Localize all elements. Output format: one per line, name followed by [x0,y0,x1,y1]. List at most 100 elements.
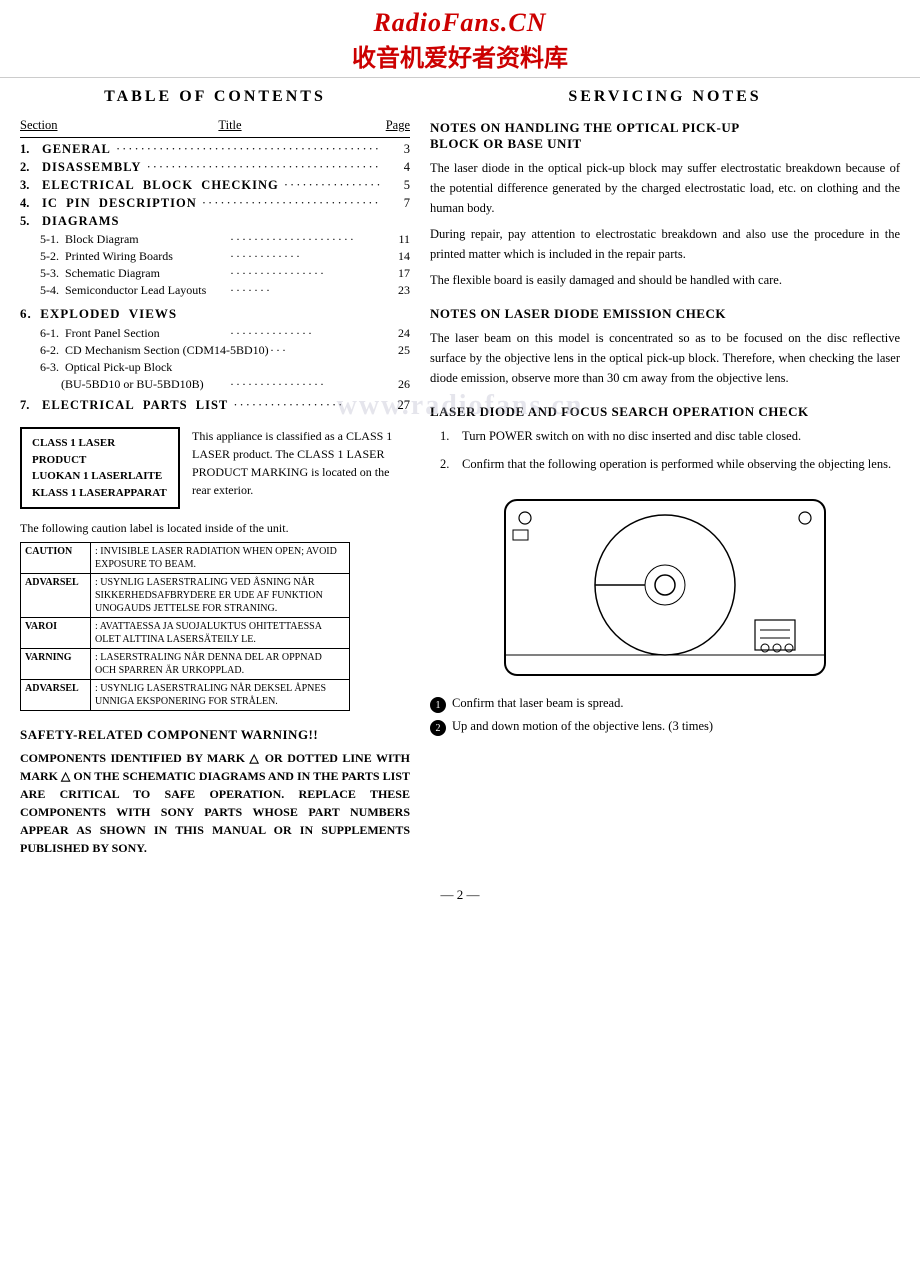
block-1-para-1: The laser diode in the optical pick-up b… [430,158,900,218]
block-1-para-2: During repair, pay attention to electros… [430,224,900,264]
toc-label-7: ELECTRICAL PARTS LIST [42,398,228,413]
toc-num-3: 3. [20,178,42,193]
toc-sub-6-1: 6-1. Front Panel Section ·············· … [40,326,410,341]
toc-sub-label-5-4: 5-4. Semiconductor Lead Layouts [40,283,230,298]
laser-box-area: CLASS 1 LASER PRODUCT LUOKAN 1 LASERLAIT… [20,427,410,509]
caution-label-5: ADVARSEL [21,680,91,711]
toc-label-1: GENERAL [42,142,111,157]
toc-entry-1: 1. GENERAL ·····························… [20,142,410,157]
caution-row-2: ADVARSEL : USYNLIG LASERSTRALING VED ÅSN… [21,574,350,618]
toc-sub-5-4: 5-4. Semiconductor Lead Layouts ······· … [40,283,410,298]
toc-sub-page-6-2: 25 [380,343,410,358]
toc-dots-2: ········································… [141,160,380,175]
toc-num-5: 5. [20,214,42,229]
block-2-heading: NOTES ON LASER DIODE EMISSION CHECK [430,306,900,322]
caution-label-2: ADVARSEL [21,574,91,618]
toc-sub-label-6-3b: (BU-5BD10 or BU-5BD10B) [40,377,230,392]
toc-dots-1: ········································… [111,142,380,157]
block-1-body: The laser diode in the optical pick-up b… [430,158,900,290]
laser-line-3: KLASS 1 LASERAPPARAT [32,485,168,502]
servicing-block-2: NOTES ON LASER DIODE EMISSION CHECK The … [430,306,900,388]
toc-num-4: 4. [20,196,42,211]
caution-text-2: : USYNLIG LASERSTRALING VED ÅSNING NÅR S… [91,574,350,618]
caution-text-3: : AVATTAESSA JA SUOJALUKTUS OHITETTAESSA… [91,618,350,649]
toc-dots-4: ····························· [197,196,380,211]
toc-col-page: Page [370,118,410,133]
toc-page-7: 27 [380,398,410,413]
caution-row-1: CAUTION : INVISIBLE LASER RADIATION WHEN… [21,543,350,574]
caution-row-4: VARNING : LASERSTRALING NÅR DENNA DEL AR… [21,649,350,680]
circle-text-1: Confirm that laser beam is spread. [452,696,623,711]
toc-sub-dots-5-1: ····················· [230,232,380,247]
safety-body: COMPONENTS IDENTIFIED BY MARK △ OR DOTTE… [20,749,410,857]
circle-num-2: 2 [430,720,446,736]
circle-item-2: 2 Up and down motion of the objective le… [430,719,900,736]
toc-sub-6-3b: (BU-5BD10 or BU-5BD10B) ················… [40,377,410,392]
toc-sub-page-5-4: 23 [380,283,410,298]
caution-text-1: : INVISIBLE LASER RADIATION WHEN OPEN; A… [91,543,350,574]
toc-num-1: 1. [20,142,42,157]
toc-label-2: DISASSEMBLY [42,160,141,175]
caution-row-5: ADVARSEL : USYNLIG LASERSTRALING NÅR DEK… [21,680,350,711]
toc-sub-dots-5-2: ············ [230,249,380,264]
toc-col-title: Title [90,118,370,133]
block-3-heading: LASER DIODE AND FOCUS SEARCH OPERATION C… [430,404,900,420]
toc-sub-dots-6-1: ·············· [230,326,380,341]
item-2-text: Confirm that the following operation is … [462,454,891,474]
caution-text-4: : LASERSTRALING NÅR DENNA DEL AR OPPNAD … [91,649,350,680]
numbered-item-1: 1. Turn POWER switch on with no disc ins… [440,426,900,446]
toc-entry-7: 7. ELECTRICAL PARTS LIST ···············… [20,398,410,413]
laser-line-1: CLASS 1 LASER PRODUCT [32,435,168,468]
toc-page-4: 7 [380,196,410,211]
toc-sub-6-2: 6-2. CD Mechanism Section (CDM14-5BD10) … [40,343,410,358]
toc-header: Section Title Page [20,118,410,133]
toc-sub-5-2: 5-2. Printed Wiring Boards ············ … [40,249,410,264]
toc-entry-6: 6. EXPLODED VIEWS [20,306,410,322]
caution-label-3: VAROI [21,618,91,649]
toc-divider [20,137,410,138]
block-1-para-3: The flexible board is easily damaged and… [430,270,900,290]
toc-col-section: Section [20,118,90,133]
toc-sub-label-6-3: 6-3. Optical Pick-up Block [40,360,172,375]
cd-mechanism-diagram [430,490,900,690]
num-1: 1. [440,426,456,446]
page-number: — 2 — [0,887,920,903]
diagram-svg [495,490,835,690]
block-3-body: 1. Turn POWER switch on with no disc ins… [430,426,900,474]
toc-label-3: ELECTRICAL BLOCK CHECKING [42,178,279,193]
toc-entry-3: 3. ELECTRICAL BLOCK CHECKING ···········… [20,178,410,193]
block-2-body: The laser beam on this model is concentr… [430,328,900,388]
toc-sub-dots-5-3: ················ [230,266,380,281]
toc-entry-5: 5. DIAGRAMS [20,214,410,229]
toc-sub-page-6-1: 24 [380,326,410,341]
caution-label-1: CAUTION [21,543,91,574]
toc-sub-dots-6-2: ··· [270,343,380,358]
toc-sub-page-5-3: 17 [380,266,410,281]
item-1-text: Turn POWER switch on with no disc insert… [462,426,801,446]
toc-page-1: 3 [380,142,410,157]
caution-label-table: CAUTION : INVISIBLE LASER RADIATION WHEN… [20,542,350,711]
circle-num-1: 1 [430,697,446,713]
numbered-item-2: 2. Confirm that the following operation … [440,454,900,474]
toc-dots-3: ················· [279,178,380,193]
site-title-english: RadioFans.CN [0,8,920,38]
toc-sub-page-5-2: 14 [380,249,410,264]
main-content: TABLE OF CONTENTS Section Title Page 1. … [0,78,920,867]
num-2: 2. [440,454,456,474]
caution-note: The following caution label is located i… [20,521,410,536]
site-header: RadioFans.CN 收音机爱好者资料库 [0,0,920,78]
numbered-list: 1. Turn POWER switch on with no disc ins… [440,426,900,474]
toc-sub-5-3: 5-3. Schematic Diagram ················ … [40,266,410,281]
toc-sub-label-5-1: 5-1. Block Diagram [40,232,230,247]
toc-num-7: 7. [20,398,42,413]
toc-sub-label-5-2: 5-2. Printed Wiring Boards [40,249,230,264]
circle-text-2: Up and down motion of the objective lens… [452,719,713,734]
laser-description: This appliance is classified as a CLASS … [192,427,410,499]
toc-sub-label-6-2: 6-2. CD Mechanism Section (CDM14-5BD10) [40,343,270,358]
toc-sub-page-6-3b: 26 [380,377,410,392]
toc-entry-2: 2. DISASSEMBLY ·························… [20,160,410,175]
left-column: TABLE OF CONTENTS Section Title Page 1. … [20,88,410,857]
circle-item-1: 1 Confirm that laser beam is spread. [430,696,900,713]
servicing-title: SERVICING NOTES [430,88,900,106]
toc-title: TABLE OF CONTENTS [20,88,410,106]
